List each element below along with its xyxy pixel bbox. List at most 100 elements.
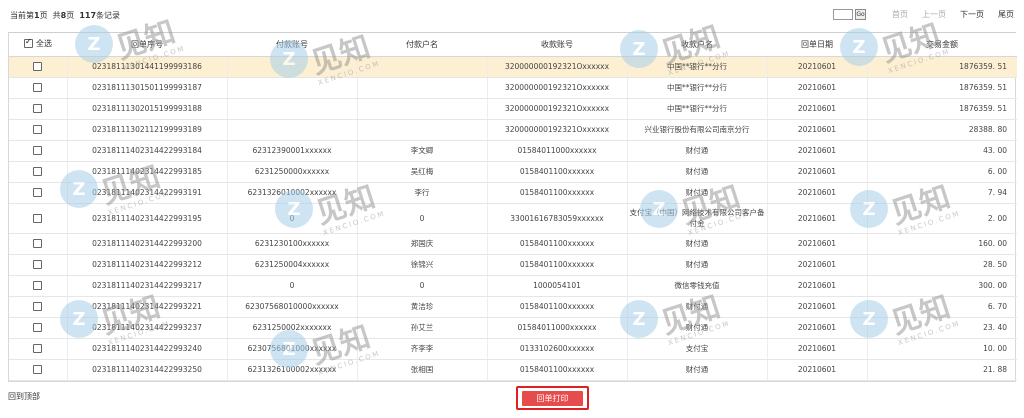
cell-date: 20210601: [767, 254, 868, 276]
row-checkbox[interactable]: [33, 213, 43, 223]
records-count: 117: [79, 11, 97, 20]
cell-pay-account: 6231230100xxxxxx: [227, 233, 358, 255]
cell-recv-account: 01584011000xxxxxx: [487, 140, 628, 162]
next-page-link[interactable]: 下一页: [960, 9, 984, 20]
cell-pay-name: 张相国: [357, 359, 488, 381]
row-checkbox[interactable]: [33, 260, 43, 270]
table-row[interactable]: 02318111402314422993184 62312390001xxxxxx…: [9, 140, 1017, 162]
table-row[interactable]: 02318111402314422993185 6231250000xxxxxx 吴…: [9, 161, 1017, 183]
cell-seq: 02318111402314422993217: [67, 275, 228, 297]
cell-select: [9, 275, 68, 297]
cell-amount: 6. 70: [867, 296, 1017, 318]
cell-recv-account: 33001616783059xxxxxx: [487, 203, 628, 234]
page-number-input[interactable]: [833, 9, 853, 20]
cell-date: 20210601: [767, 56, 868, 78]
cell-recv-name: 支付宝: [627, 338, 768, 360]
cell-select: [9, 98, 68, 120]
page-info-text: 页: [39, 11, 48, 20]
cell-recv-account: 01584011000xxxxxx: [487, 317, 628, 339]
cell-recv-account: 0158401100xxxxxx: [487, 161, 628, 183]
page-info-text: 当前第: [10, 11, 34, 20]
back-to-top-link[interactable]: 回到顶部: [8, 391, 40, 402]
table-row[interactable]: 02318111402314422993221 62307568010000xxx…: [9, 296, 1017, 318]
cell-select: [9, 161, 68, 183]
table-row[interactable]: 02318111402314422993191 6231326010002xxxx…: [9, 182, 1017, 204]
cell-seq: 02318111302112199993189: [67, 119, 228, 141]
row-checkbox[interactable]: [33, 365, 43, 375]
cell-amount: 43. 00: [867, 140, 1017, 162]
cell-recv-name: 微信零钱充值: [627, 275, 768, 297]
cell-pay-account: 6230756801000xxxxxx: [227, 338, 358, 360]
footer-bar: 回到顶部 回单打印: [0, 386, 1024, 418]
column-header-recv-name: 收款户名: [627, 33, 767, 57]
cell-pay-name: 徐锦兴: [357, 254, 488, 276]
cell-amount: 300. 00: [867, 275, 1017, 297]
table-row[interactable]: 02318111402314422993200 6231230100xxxxxx 郑…: [9, 233, 1017, 255]
go-button[interactable]: Go: [855, 9, 866, 20]
page-info-text: 页: [66, 11, 75, 20]
row-checkbox[interactable]: [33, 323, 43, 333]
select-all-checkbox[interactable]: [24, 37, 33, 49]
row-checkbox[interactable]: [33, 302, 43, 312]
cell-date: 20210601: [767, 359, 868, 381]
cell-amount: 28388. 80: [867, 119, 1017, 141]
cell-amount: 10. 00: [867, 338, 1017, 360]
table-row[interactable]: 02318111402314422993195 0 0 33001616783059x…: [9, 203, 1017, 234]
cell-recv-account: 0158401100xxxxxx: [487, 296, 628, 318]
first-page-link[interactable]: 首页: [892, 9, 908, 20]
cell-seq: 02318111402314422993200: [67, 233, 228, 255]
cell-recv-name: 中国**银行**分行: [627, 98, 768, 120]
cell-date: 20210601: [767, 77, 868, 99]
cell-date: 20210601: [767, 317, 868, 339]
select-all-header: 全选: [9, 33, 67, 57]
cell-recv-name: 支付宝（中国）网络技术有限公司客户备付金: [627, 203, 768, 234]
row-checkbox[interactable]: [33, 146, 43, 156]
row-checkbox[interactable]: [33, 344, 43, 354]
cell-seq: 02318111402314422993191: [67, 182, 228, 204]
row-checkbox[interactable]: [33, 239, 43, 249]
cell-seq: 02318111402314422993185: [67, 161, 228, 183]
cell-recv-name: 财付通: [627, 161, 768, 183]
table-row[interactable]: 02318111402314422993240 6230756801000xxxx…: [9, 338, 1017, 360]
column-header-seq: 回单序号: [67, 33, 227, 57]
table-row[interactable]: 02318111301501199993187 320000000192321Ox…: [9, 77, 1017, 99]
print-receipt-button[interactable]: 回单打印: [522, 391, 583, 406]
row-checkbox[interactable]: [33, 125, 43, 135]
cell-seq: 02318111301501199993187: [67, 77, 228, 99]
cell-pay-name: [357, 77, 488, 99]
cell-amount: 2. 00: [867, 203, 1017, 234]
row-checkbox[interactable]: [33, 62, 43, 72]
print-button-highlight: 回单打印: [516, 386, 589, 410]
row-checkbox[interactable]: [33, 281, 43, 291]
table-row[interactable]: 02318111402314422993212 6231250004xxxxxx 徐…: [9, 254, 1017, 276]
cell-recv-account: 0158401100xxxxxx: [487, 254, 628, 276]
cell-date: 20210601: [767, 203, 868, 234]
cell-select: [9, 296, 68, 318]
row-checkbox[interactable]: [33, 167, 43, 177]
cell-recv-account: 0158401100xxxxxx: [487, 233, 628, 255]
cell-recv-name: 兴业银行股份有限公司南京分行: [627, 119, 768, 141]
table-row[interactable]: 02318111301441199993186 320000000192321Ox…: [9, 56, 1017, 78]
table-row[interactable]: 02318111302015199993188 320000000192321Ox…: [9, 98, 1017, 120]
cell-pay-account: [227, 56, 358, 78]
cell-pay-account: 6231250004xxxxxx: [227, 254, 358, 276]
table-row[interactable]: 02318111402314422993250 6231326100002xxxx…: [9, 359, 1017, 381]
last-page-link[interactable]: 尾页: [998, 9, 1014, 20]
row-checkbox[interactable]: [33, 104, 43, 114]
cell-date: 20210601: [767, 140, 868, 162]
cell-seq: 02318111402314422993195: [67, 203, 228, 234]
cell-select: [9, 254, 68, 276]
cell-select: [9, 140, 68, 162]
cell-date: 20210601: [767, 275, 868, 297]
row-checkbox[interactable]: [33, 83, 43, 93]
cell-pay-account: 6231250002xxxxxxx: [227, 317, 358, 339]
table-row[interactable]: 02318111302112199993189 320000000192321Ox…: [9, 119, 1017, 141]
cell-select: [9, 119, 68, 141]
prev-page-link[interactable]: 上一页: [922, 9, 946, 20]
cell-recv-name: 财付通: [627, 317, 768, 339]
row-checkbox[interactable]: [33, 188, 43, 198]
cell-seq: 02318111301441199993186: [67, 56, 228, 78]
table-row[interactable]: 02318111402314422993217 0 0 1000054101 微信零钱充…: [9, 275, 1017, 297]
table-row[interactable]: 02318111402314422993237 6231250002xxxxxxx…: [9, 317, 1017, 339]
cell-select: [9, 338, 68, 360]
